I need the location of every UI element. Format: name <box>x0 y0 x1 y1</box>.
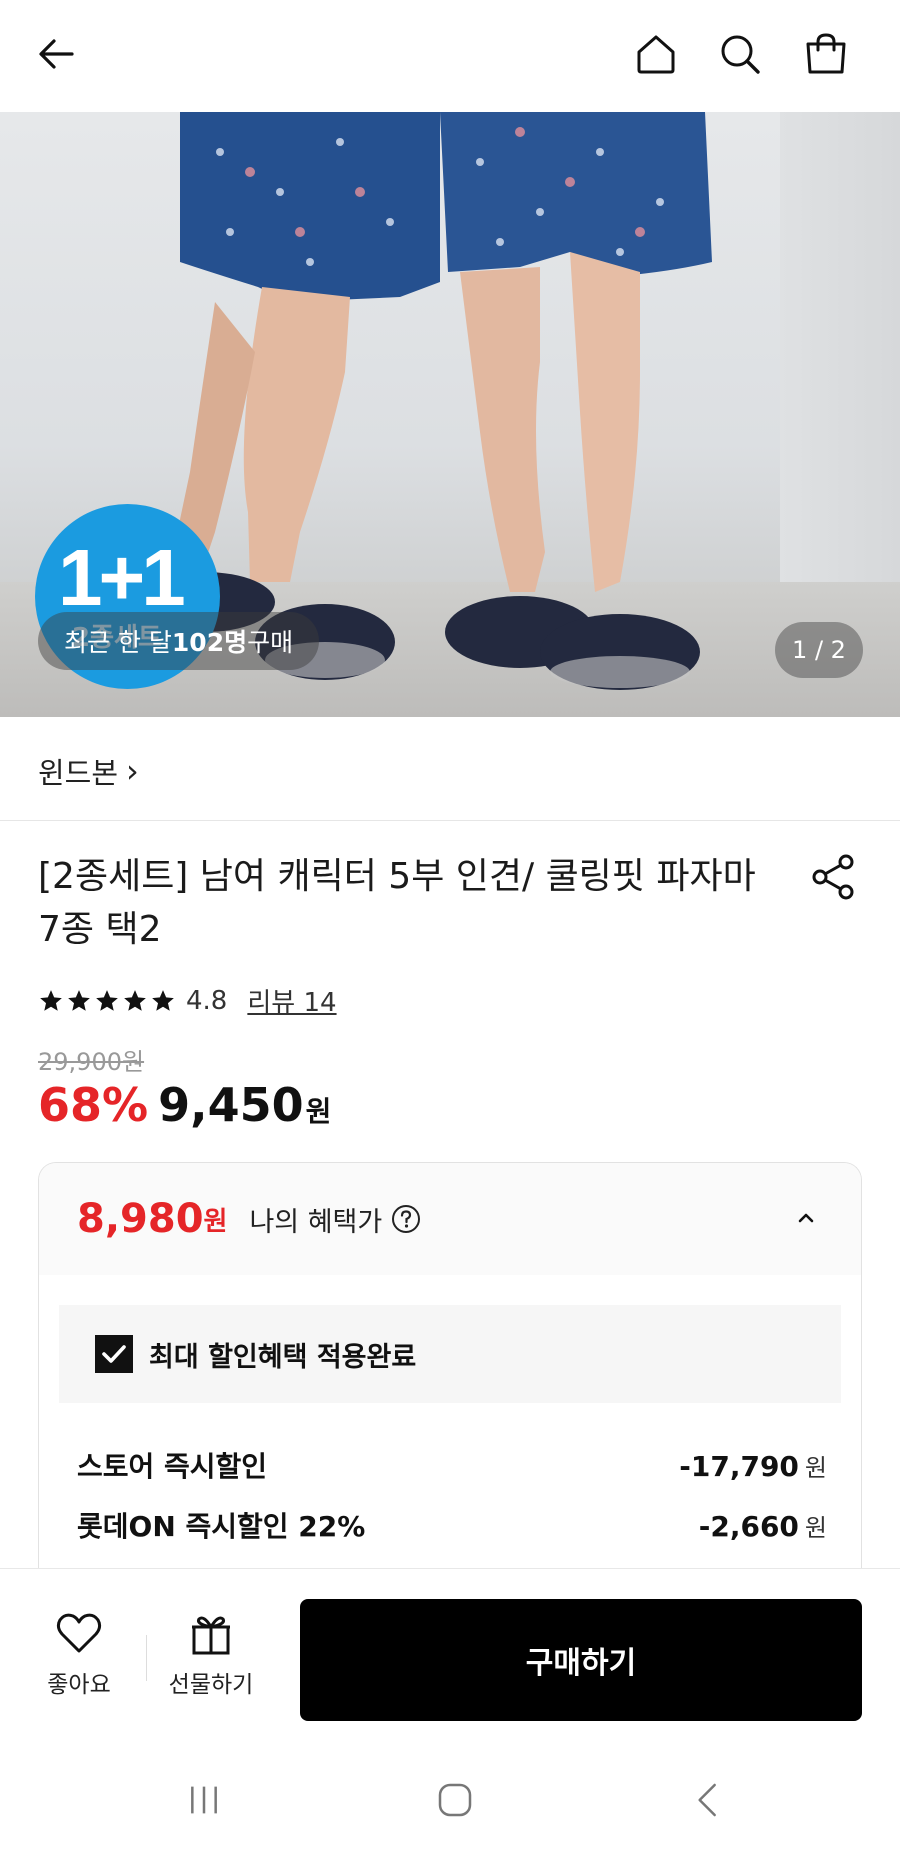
discount-name: 스토어 즉시할인 <box>77 1450 268 1483</box>
discount-unit: 원 <box>804 1514 827 1542</box>
chevron-right-icon: › <box>126 752 139 790</box>
back-arrow-icon <box>39 39 74 69</box>
like-label: 좋아요 <box>47 1672 111 1698</box>
home-circle-icon <box>438 1783 472 1817</box>
benefit-currency: 원 <box>203 1206 228 1237</box>
benefit-panel: 8,980 원 나의 혜택가 최대 할인혜택 적용완료 스토어 즉시할인 -17… <box>38 1162 862 1582</box>
benefit-label: 나의 혜택가 <box>249 1206 383 1238</box>
section-divider <box>0 820 900 821</box>
discount-row: 롯데ON 즉시할인 22% -2,660 원 <box>77 1505 827 1545</box>
recent-apps-icon <box>191 1786 217 1814</box>
product-title: [2종세트] 남여 캐릭터 5부 인견/ 쿨링핏 파자마 7종 택2 <box>38 856 756 950</box>
share-button[interactable] <box>808 852 858 902</box>
benefit-price: 8,980 <box>77 1196 204 1242</box>
back-button[interactable] <box>24 22 88 86</box>
home-icon <box>637 35 675 74</box>
discount-rate: 68% <box>38 1078 149 1132</box>
original-price: 29,900원 <box>38 1048 145 1076</box>
bottom-action-bar: 좋아요 선물하기 구매하기 <box>0 1568 900 1740</box>
shopping-bag-icon <box>806 33 846 74</box>
max-discount-applied: 최대 할인혜택 적용완료 <box>59 1305 841 1403</box>
buyers-suffix: 구매 <box>247 628 294 657</box>
benefit-header[interactable]: 8,980 원 나의 혜택가 <box>39 1163 861 1275</box>
search-icon <box>721 35 760 74</box>
gift-label: 선물하기 <box>168 1672 254 1698</box>
checkmark-icon <box>102 1345 126 1363</box>
heart-icon <box>56 1613 102 1653</box>
buy-button[interactable]: 구매하기 <box>300 1599 862 1721</box>
product-image-carousel[interactable]: 1+1 2종세트 최근 한 달 102명 구매 1 / 2 <box>0 112 900 717</box>
gift-button[interactable]: 선물하기 <box>156 1609 266 1699</box>
brand-name: 윈드본 <box>38 756 119 790</box>
discount-amount: -17,790 <box>679 1450 799 1483</box>
promo-badge-text: 1+1 <box>58 533 186 622</box>
star-icon <box>96 989 118 1011</box>
search-button[interactable] <box>708 22 772 86</box>
price-currency: 원 <box>305 1095 332 1128</box>
top-app-bar <box>0 0 900 112</box>
star-icon <box>124 989 146 1011</box>
buyers-count: 102명 <box>171 628 248 657</box>
system-navigation-bar <box>0 1740 900 1860</box>
image-page-indicator: 1 / 2 <box>775 622 863 678</box>
recent-apps-button[interactable] <box>174 1770 234 1830</box>
back-chevron-icon <box>698 1783 716 1817</box>
star-rating <box>38 988 176 1014</box>
back-system-button[interactable] <box>678 1770 738 1830</box>
star-icon <box>40 989 62 1011</box>
discount-unit: 원 <box>804 1454 827 1482</box>
discount-row: 스토어 즉시할인 -17,790 원 <box>77 1445 827 1485</box>
star-icon <box>152 989 174 1011</box>
share-icon <box>812 854 854 900</box>
brand-link[interactable]: 윈드본 › <box>38 750 139 792</box>
discount-amount: -2,660 <box>698 1510 799 1543</box>
like-button[interactable]: 좋아요 <box>24 1609 134 1699</box>
sale-price: 9,450 <box>158 1078 304 1132</box>
max-discount-checkbox[interactable] <box>95 1335 133 1373</box>
buyers-prefix: 최근 한 달 <box>64 628 172 657</box>
recent-buyers-pill: 최근 한 달 102명 구매 <box>38 612 320 670</box>
star-icon <box>68 989 90 1011</box>
rating-value: 4.8 <box>186 985 228 1016</box>
gift-icon <box>192 1616 230 1655</box>
rating-row: 4.8 리뷰 14 <box>38 982 337 1019</box>
chevron-up-icon[interactable] <box>791 1203 821 1233</box>
review-link[interactable]: 리뷰 14 <box>247 982 336 1019</box>
home-button[interactable] <box>624 22 688 86</box>
home-system-button[interactable] <box>425 1770 485 1830</box>
help-icon[interactable] <box>390 1203 422 1235</box>
price-row: 68% 9,450 원 <box>38 1078 331 1132</box>
bar-separator <box>146 1635 147 1681</box>
max-discount-label: 최대 할인혜택 적용완료 <box>149 1341 417 1373</box>
cart-button[interactable] <box>794 22 858 86</box>
discount-name: 롯데ON 즉시할인 22% <box>77 1510 366 1543</box>
